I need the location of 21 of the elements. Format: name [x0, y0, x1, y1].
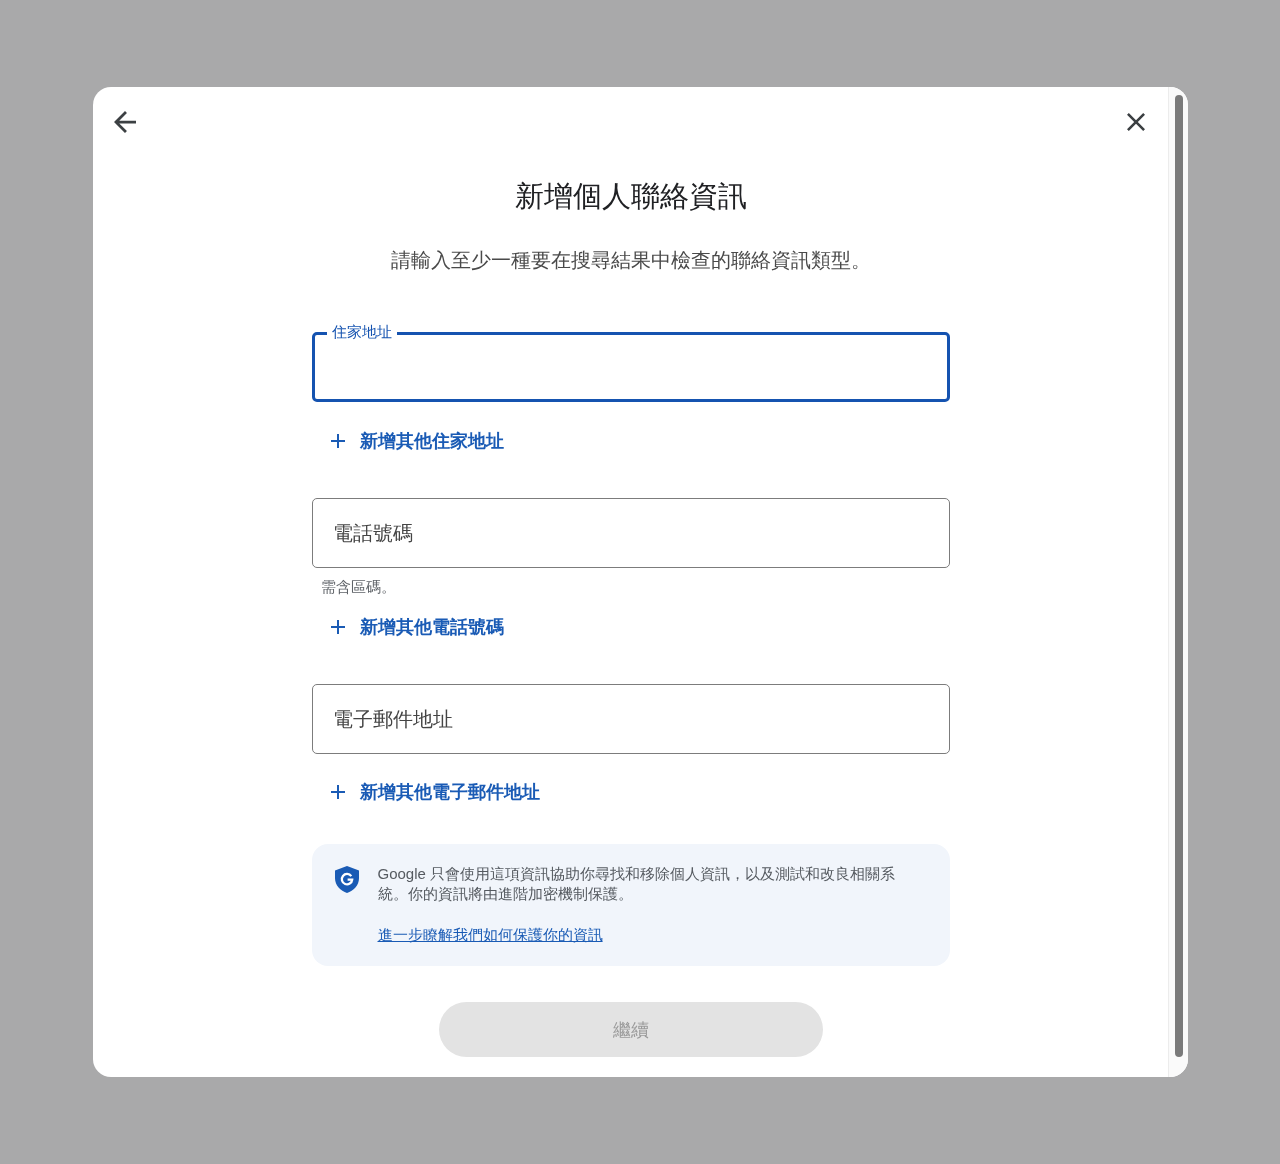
input-field[interactable]: 電話號碼: [311, 490, 950, 568]
dialog-title: 新增個人聯絡資訊: [514, 179, 747, 214]
shield-icon: [334, 866, 359, 893]
scrollbar-track[interactable]: [1168, 87, 1188, 1077]
input-field[interactable]: 住家地址: [311, 324, 950, 402]
plus-icon: [330, 620, 345, 634]
arrow-left-icon: [114, 111, 136, 133]
plus-icon: [330, 434, 345, 448]
input-field[interactable]: 電子郵件地址: [311, 676, 950, 754]
add-more-button[interactable]: 新增其他住家地址: [330, 429, 504, 453]
close-icon: [1127, 113, 1145, 131]
close-button[interactable]: [1124, 110, 1148, 134]
notice-text: Google 只會使用這項資訊協助你尋找和移除個人資訊，以及測試和改良相關系統。你的資訊將由進階加密機制保護。: [377, 864, 897, 904]
helper-text: 需含區碼。: [320, 578, 396, 596]
add-more-button[interactable]: 新增其他電話號碼: [330, 615, 504, 639]
learn-more-link[interactable]: 進一步瞭解我們如何保護你的資訊: [377, 925, 603, 945]
back-button[interactable]: [113, 110, 137, 134]
scrollbar-thumb[interactable]: [1174, 95, 1183, 1057]
dialog-subtitle: 請輸入至少一種要在搜尋結果中檢查的聯絡資訊類型。: [390, 248, 871, 273]
plus-icon: [330, 785, 345, 799]
add-more-button[interactable]: 新增其他電子郵件地址: [330, 780, 540, 804]
